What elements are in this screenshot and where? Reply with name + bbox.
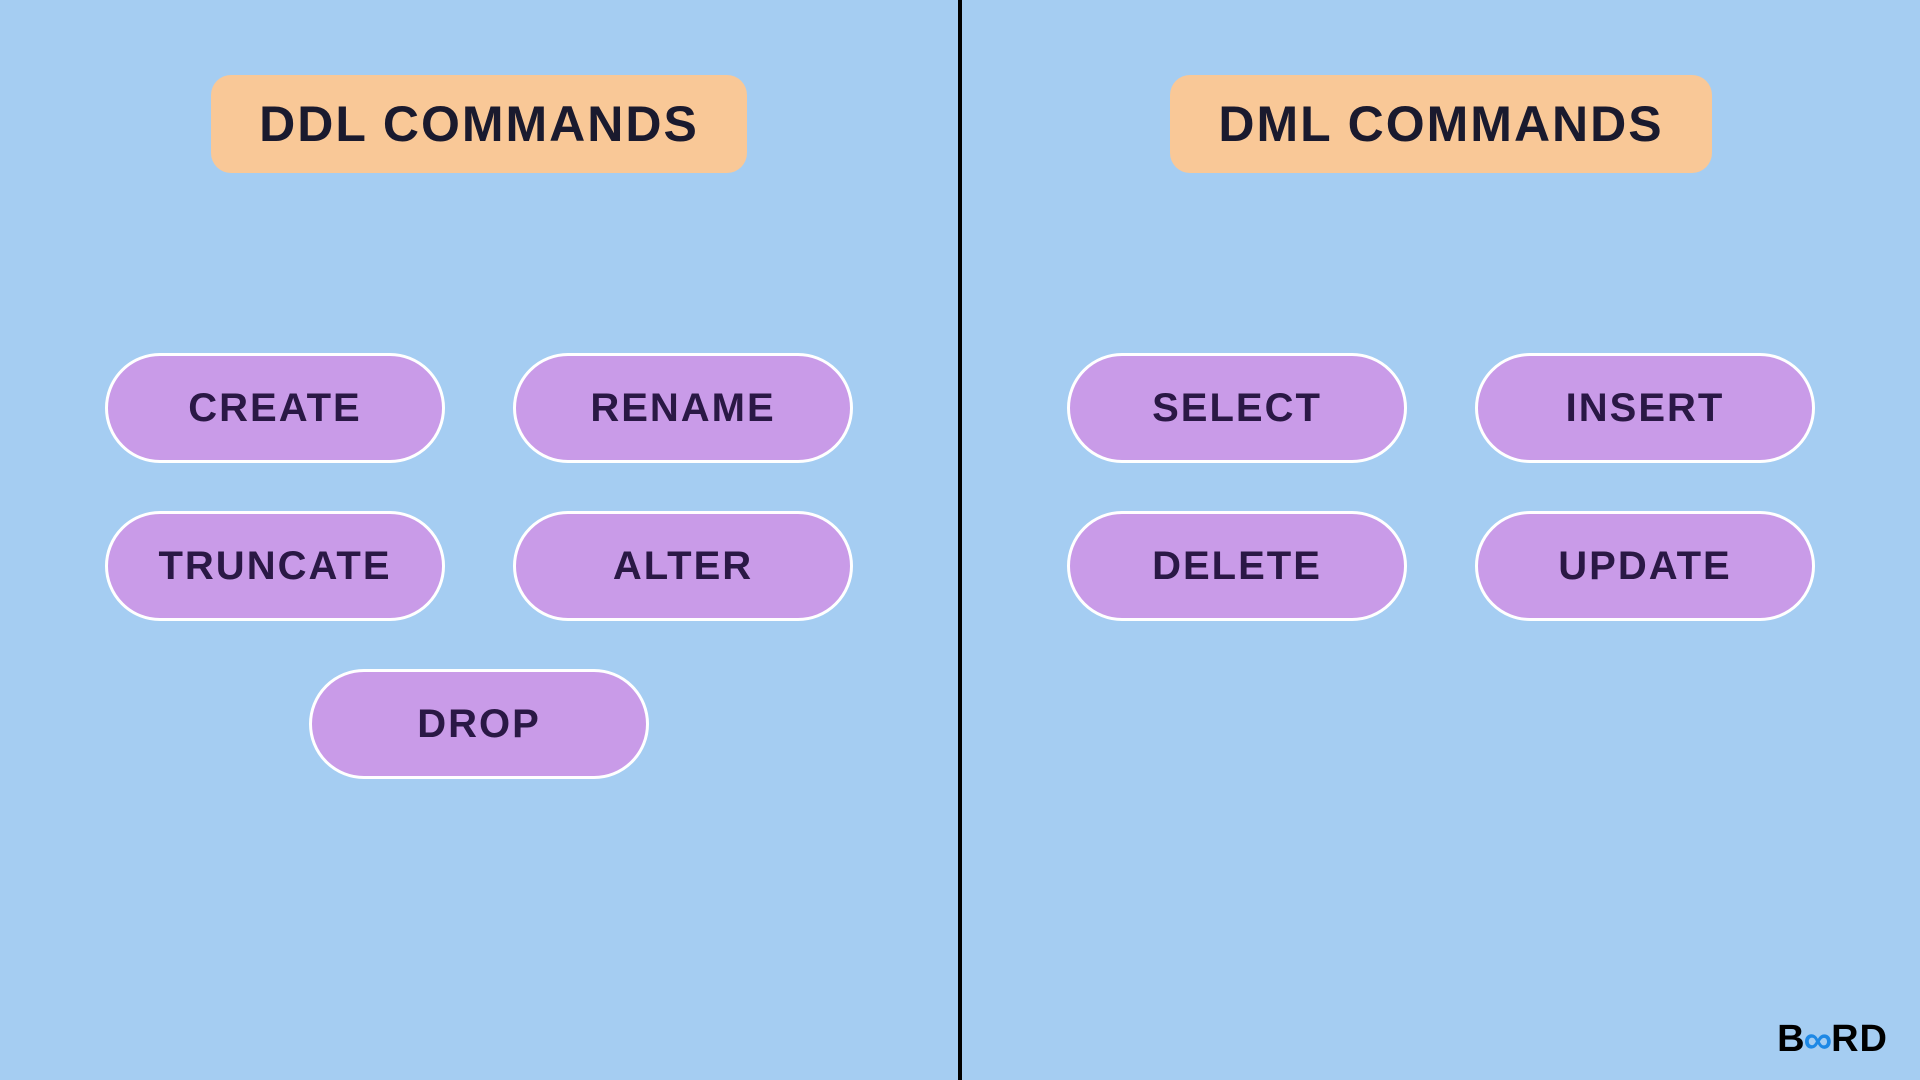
- infinity-icon: ∞: [1804, 1018, 1834, 1063]
- ddl-drop-pill: DROP: [309, 669, 649, 779]
- ddl-row-2: TRUNCATE ALTER: [105, 511, 853, 621]
- dml-delete-pill: DELETE: [1067, 511, 1407, 621]
- dml-update-pill: UPDATE: [1475, 511, 1815, 621]
- ddl-rename-pill: RENAME: [513, 353, 853, 463]
- logo-part1: B: [1777, 1018, 1805, 1061]
- board-logo: B∞RD: [1777, 1017, 1888, 1062]
- dml-commands-grid: SELECT INSERT DELETE UPDATE: [1067, 353, 1815, 621]
- dml-row-2: DELETE UPDATE: [1067, 511, 1815, 621]
- right-panel: DML COMMANDS SELECT INSERT DELETE UPDATE: [962, 0, 1920, 1080]
- ddl-alter-pill: ALTER: [513, 511, 853, 621]
- dml-select-pill: SELECT: [1067, 353, 1407, 463]
- dml-header: DML COMMANDS: [1170, 75, 1711, 173]
- ddl-commands-grid: CREATE RENAME TRUNCATE ALTER DROP: [105, 353, 853, 779]
- left-panel: DDL COMMANDS CREATE RENAME TRUNCATE ALTE…: [0, 0, 958, 1080]
- ddl-row-1: CREATE RENAME: [105, 353, 853, 463]
- dml-row-1: SELECT INSERT: [1067, 353, 1815, 463]
- diagram-container: DDL COMMANDS CREATE RENAME TRUNCATE ALTE…: [0, 0, 1920, 1080]
- dml-insert-pill: INSERT: [1475, 353, 1815, 463]
- ddl-header: DDL COMMANDS: [211, 75, 747, 173]
- ddl-row-3: DROP: [309, 669, 649, 779]
- ddl-truncate-pill: TRUNCATE: [105, 511, 445, 621]
- logo-part3: RD: [1831, 1018, 1888, 1061]
- ddl-create-pill: CREATE: [105, 353, 445, 463]
